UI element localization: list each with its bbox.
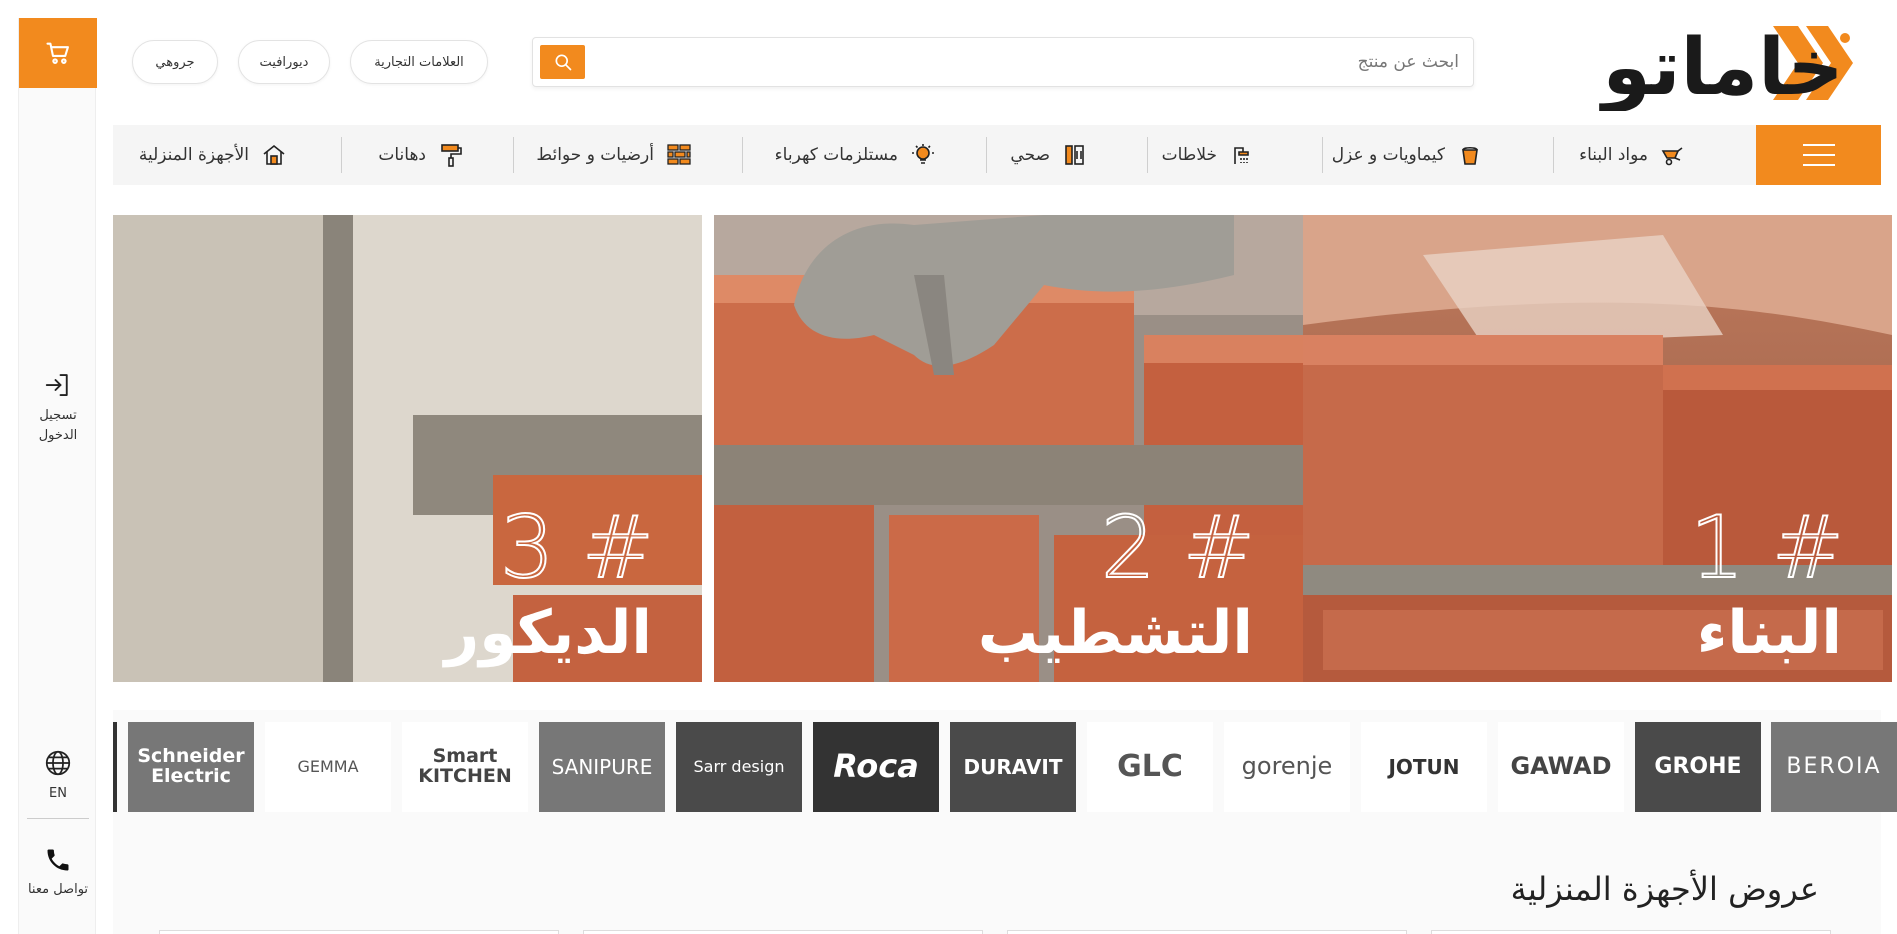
nav-divider: [742, 137, 743, 173]
category-sanitary[interactable]: صحي: [1010, 125, 1088, 185]
section-title: عروض الأجهزة المنزلية: [1510, 870, 1819, 908]
language-label: EN: [49, 786, 67, 801]
category-nav: مواد البناء كيماويات و عزل خلاطات صحي مس…: [113, 125, 1881, 185]
category-label: خلاطات: [1161, 145, 1217, 165]
banner-number: 3 #: [499, 498, 655, 598]
wheelbarrow-icon: [1660, 142, 1686, 168]
category-paints[interactable]: دهانات: [378, 125, 464, 185]
category-floors-walls[interactable]: أرضيات و حوائط: [536, 125, 692, 185]
chip-brands[interactable]: العلامات التجارية: [350, 40, 488, 84]
brand-logo-sarr[interactable]: Sarr design: [676, 722, 802, 812]
nav-divider: [1553, 137, 1554, 173]
hamburger-icon: [1802, 144, 1835, 146]
category-label: مستلزمات كهرباء: [774, 145, 898, 165]
banner-number: 1 #: [1689, 498, 1845, 598]
bucket-icon: [1457, 142, 1483, 168]
search-icon: [555, 54, 571, 71]
category-label: الأجهزة المنزلية: [138, 145, 249, 165]
banner-title: التشطيب: [977, 598, 1253, 668]
bulb-icon: [910, 142, 936, 168]
banner-title: الديكور: [444, 598, 652, 668]
logo-mark: خاماتو: [1598, 23, 1853, 113]
brand-logo-gorenje[interactable]: gorenje: [1224, 722, 1350, 812]
bricks-icon: [666, 142, 692, 168]
category-electrical[interactable]: مستلزمات كهرباء: [775, 125, 936, 185]
category-label: دهانات: [378, 145, 426, 165]
product-card[interactable]: [1431, 930, 1831, 934]
category-home-appliances[interactable]: الأجهزة المنزلية: [139, 125, 287, 185]
brand-logo-gemma[interactable]: GEMMA: [265, 722, 391, 812]
search-button[interactable]: [540, 45, 585, 79]
cart-button[interactable]: [19, 18, 97, 88]
hero-banner-finishing[interactable]: 2 # التشطيب: [714, 215, 1303, 682]
product-card[interactable]: [159, 930, 559, 934]
chip-duravit[interactable]: ديورافيت: [238, 40, 330, 84]
category-mixers[interactable]: خلاطات: [1162, 125, 1255, 185]
product-card[interactable]: [583, 930, 983, 934]
paint-roller-icon: [438, 142, 464, 168]
category-chemicals[interactable]: كيماويات و عزل: [1332, 125, 1483, 185]
menu-button[interactable]: [1756, 125, 1881, 185]
cart-icon: [46, 42, 69, 64]
brand-logo-jotun[interactable]: JOTUN: [1361, 722, 1487, 812]
product-card[interactable]: [1007, 930, 1407, 934]
hero-banner-decor[interactable]: 3 # الديكور: [113, 215, 702, 682]
nav-divider: [341, 137, 342, 173]
banner-number: 2 #: [1100, 498, 1256, 598]
brand-logo-roca[interactable]: Roca: [813, 722, 939, 812]
nav-divider: [986, 137, 987, 173]
bathroom-icon: [1062, 142, 1088, 168]
language-switch[interactable]: EN: [19, 748, 97, 804]
login-label: تسجيل الدخول: [38, 408, 78, 443]
brand-logo-sanipure[interactable]: SANIPURE: [539, 722, 665, 812]
rail-divider: [27, 818, 89, 819]
brands-section: BEROIA GROHE GAWAD JOTUN gorenje GLC DUR…: [113, 710, 1897, 934]
nav-divider: [1147, 137, 1148, 173]
brand-logo-grohe[interactable]: GROHE: [1635, 722, 1761, 812]
category-label: صحي: [1010, 145, 1050, 165]
category-label: كيماويات و عزل: [1331, 145, 1445, 165]
side-rail: تسجيل الدخول EN تواصل معنا: [18, 18, 97, 934]
brand-logo-duravit[interactable]: DURAVIT: [950, 722, 1076, 812]
hero-banner-building[interactable]: 1 # البناء: [1303, 215, 1892, 682]
brand-logo-partial: [113, 722, 117, 812]
nav-divider: [513, 137, 514, 173]
search-input[interactable]: [599, 44, 1459, 80]
search-bar: [532, 37, 1474, 87]
shower-icon: [1229, 142, 1255, 168]
login-icon: [45, 374, 68, 396]
category-building-materials[interactable]: مواد البناء: [1579, 125, 1686, 185]
brand-logo-beroia[interactable]: BEROIA: [1771, 722, 1897, 812]
category-label: مواد البناء: [1579, 145, 1648, 165]
home-appliance-icon: [261, 142, 287, 168]
brand-logo-smart-kitchen[interactable]: Smart KITCHEN: [402, 722, 528, 812]
phone-icon: [47, 849, 69, 871]
globe-icon: [45, 750, 71, 776]
brand-logo-schneider[interactable]: Schneider Electric: [128, 722, 254, 812]
logo-text: خاماتو: [1598, 23, 1843, 111]
contact-link[interactable]: تواصل معنا: [19, 846, 97, 900]
contact-label: تواصل معنا: [27, 882, 89, 897]
login-link[interactable]: تسجيل الدخول: [19, 370, 97, 445]
banner-title: البناء: [1696, 598, 1842, 668]
site-logo[interactable]: خاماتو: [1523, 16, 1853, 113]
brand-logo-gawad[interactable]: GAWAD: [1498, 722, 1624, 812]
nav-divider: [1322, 137, 1323, 173]
chip-grohe[interactable]: جروهي: [132, 40, 218, 84]
brand-logo-glc[interactable]: GLC: [1087, 722, 1213, 812]
category-label: أرضيات و حوائط: [536, 145, 654, 165]
